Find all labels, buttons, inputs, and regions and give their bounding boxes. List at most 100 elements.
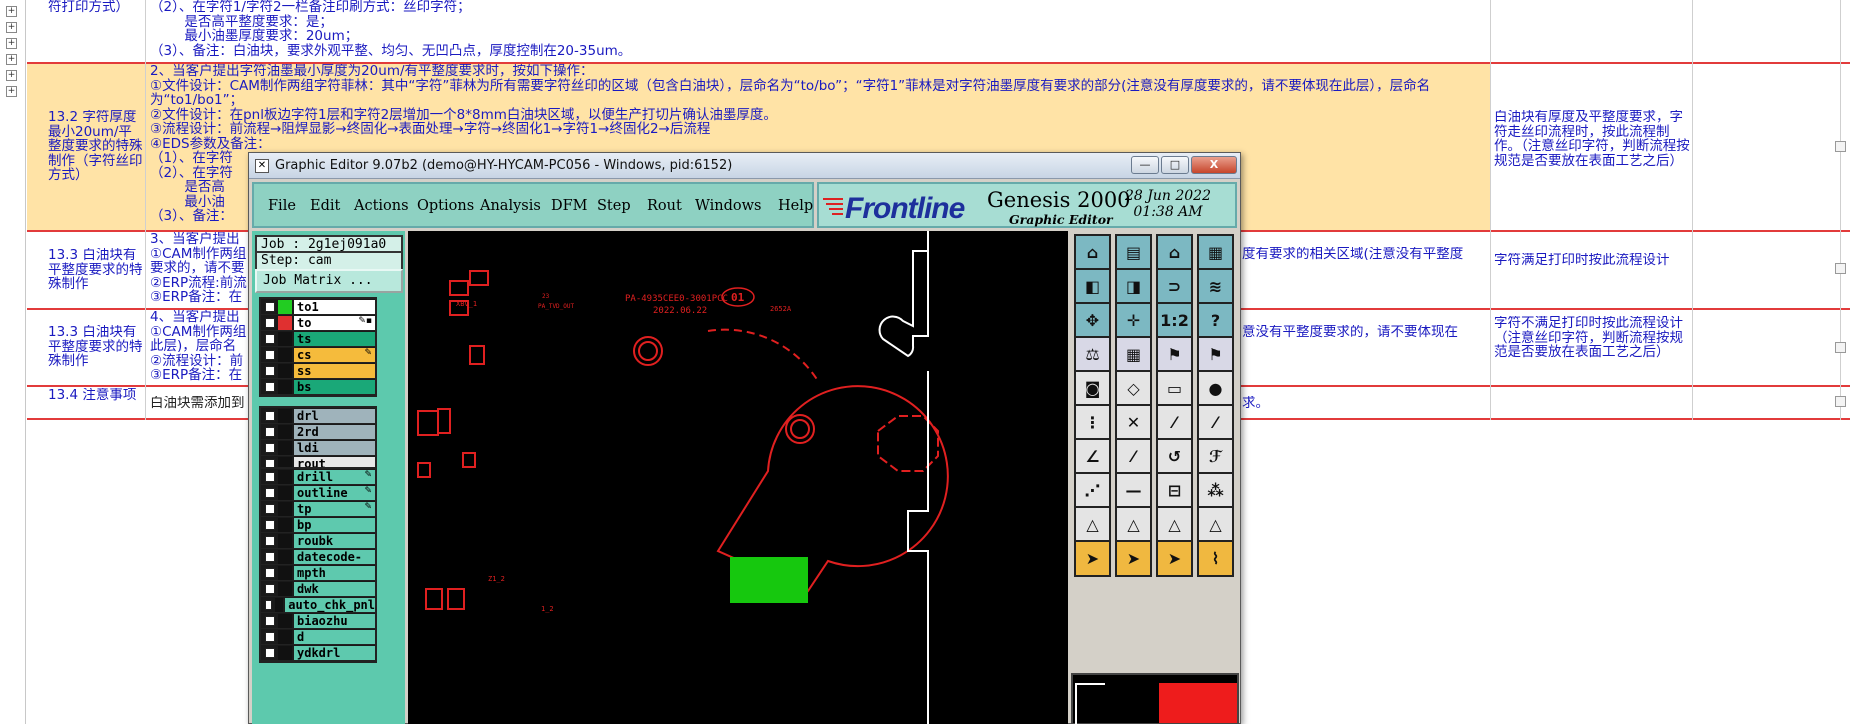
tri1-tool-icon[interactable]: △	[1074, 506, 1111, 543]
select2-tool-icon[interactable]: ➤	[1115, 540, 1152, 577]
layer-color-swatch[interactable]	[278, 629, 292, 644]
cross-tool-icon[interactable]: ✕	[1115, 404, 1152, 441]
layer-color-swatch[interactable]	[278, 533, 292, 548]
layer-color-swatch[interactable]	[278, 549, 292, 564]
layer-row[interactable]: to1	[261, 299, 375, 315]
menu-analysis[interactable]: Analysis	[480, 198, 541, 214]
expand-icon[interactable]: +	[6, 22, 17, 33]
layer-color-swatch[interactable]	[278, 315, 292, 330]
arrow-left-tool-icon[interactable]: ◧	[1074, 268, 1111, 305]
menu-rout[interactable]: Rout	[647, 198, 682, 214]
home-tool-icon[interactable]: ⌂	[1074, 234, 1111, 271]
ff-tool-icon[interactable]: ℱ	[1197, 438, 1234, 475]
layer-row[interactable]: mpth	[261, 565, 375, 581]
layer-checkbox[interactable]	[265, 599, 272, 610]
grid-tool-icon[interactable]: ▦	[1115, 336, 1152, 373]
layer-checkbox[interactable]	[265, 535, 275, 546]
menu-windows[interactable]: Windows	[695, 198, 762, 214]
expand-icon[interactable]: +	[6, 70, 17, 81]
expand-icon[interactable]: +	[6, 38, 17, 49]
dropdown-icon[interactable]	[1835, 342, 1846, 353]
minimap[interactable]	[1071, 673, 1239, 724]
layer-checkbox[interactable]	[265, 471, 275, 482]
layer-color-swatch[interactable]	[278, 613, 292, 628]
pcb-canvas[interactable]: PA-4935CEE0-3001PCC 2022.06.22 01 XBV_1 …	[408, 231, 1068, 724]
layer-row[interactable]: ts	[261, 331, 375, 347]
layer-row[interactable]: ydkdrl	[261, 645, 375, 661]
node-tool-icon[interactable]: ⋰	[1074, 472, 1111, 509]
step-field[interactable]: Step: cam	[255, 251, 403, 271]
expand-icon[interactable]: +	[6, 6, 17, 17]
layer-row[interactable]: drill ✎	[261, 469, 375, 485]
layers-tool-icon[interactable]: ⚑	[1156, 336, 1193, 373]
angle-tool-icon[interactable]: ∠	[1074, 438, 1111, 475]
layer-row[interactable]: outline ✎	[261, 485, 375, 501]
job-matrix-button[interactable]: Job Matrix ...	[255, 269, 403, 293]
layer-checkbox[interactable]	[265, 381, 275, 392]
measure-tool-icon[interactable]: ⚖	[1074, 336, 1111, 373]
tri2-tool-icon[interactable]: △	[1115, 506, 1152, 543]
layer-color-swatch[interactable]	[278, 424, 292, 439]
route-tool-icon[interactable]: ⌇	[1197, 540, 1234, 577]
shape-tool-icon[interactable]: ◇	[1115, 370, 1152, 407]
hline-tool-icon[interactable]: —	[1115, 472, 1152, 509]
layer-checkbox[interactable]	[265, 503, 275, 514]
layer-row[interactable]: ldi	[261, 440, 375, 456]
connect-tool-icon[interactable]: ⋮	[1074, 404, 1111, 441]
tri3-tool-icon[interactable]: △	[1156, 506, 1193, 543]
layer-row[interactable]: dwk	[261, 581, 375, 597]
layer-color-swatch[interactable]	[278, 331, 292, 346]
layer-row[interactable]: tp ✎	[261, 501, 375, 517]
step-tool-icon[interactable]: ⊃	[1156, 268, 1193, 305]
dropdown-icon[interactable]	[1835, 141, 1846, 152]
layer-color-swatch[interactable]	[278, 645, 292, 660]
menu-help[interactable]: Help	[778, 198, 813, 214]
layer-row[interactable]: auto_chk_pnl	[261, 597, 375, 613]
layer-row[interactable]: datecode-to	[261, 549, 375, 578]
layer-row[interactable]: biaozhu	[261, 613, 375, 629]
layer-row[interactable]: to ✎▪	[261, 315, 375, 331]
layer-row[interactable]: drl	[261, 408, 375, 424]
dot-tool-icon[interactable]: ●	[1197, 370, 1234, 407]
diag-tool-icon[interactable]: ⁄	[1197, 404, 1234, 441]
layer-checkbox[interactable]	[265, 487, 275, 498]
dropdown-icon[interactable]	[1835, 396, 1846, 407]
layer-color-swatch[interactable]	[278, 408, 292, 423]
help-tool-icon[interactable]: ?	[1197, 302, 1234, 339]
select-tool-icon[interactable]: ➤	[1074, 540, 1111, 577]
fit-tool-icon[interactable]: ✥	[1074, 302, 1111, 339]
export-tool-icon[interactable]: ▤	[1115, 234, 1152, 271]
menu-edit[interactable]: Edit	[310, 198, 340, 214]
line-tool-icon[interactable]: ⁄	[1156, 404, 1193, 441]
layer-checkbox[interactable]	[265, 567, 275, 578]
layer-color-swatch[interactable]	[278, 565, 292, 580]
maximize-button[interactable]: □	[1161, 156, 1189, 174]
house-tool-icon[interactable]: ⌂	[1156, 234, 1193, 271]
layer-checkbox[interactable]	[265, 583, 275, 594]
bracket-tool-icon[interactable]: ⊟	[1156, 472, 1193, 509]
layer-color-swatch[interactable]	[278, 501, 292, 516]
layer-checkbox[interactable]	[265, 442, 275, 453]
layer-checkbox[interactable]	[265, 365, 275, 376]
layer-color-swatch[interactable]	[278, 440, 292, 455]
slash-tool-icon[interactable]: ⁄	[1115, 438, 1152, 475]
title-bar[interactable]: ✕ Graphic Editor 9.07b2 (demo@HY-HYCAM-P…	[249, 153, 1240, 179]
zoom-1to2-tool-icon[interactable]: 1:2	[1156, 302, 1193, 339]
layer-color-swatch[interactable]	[278, 485, 292, 500]
layer-row[interactable]: 2rd	[261, 424, 375, 440]
menu-options[interactable]: Options	[417, 198, 474, 214]
layer-row[interactable]: bp	[261, 517, 375, 533]
layer-row[interactable]: d	[261, 629, 375, 645]
tri4-tool-icon[interactable]: △	[1197, 506, 1234, 543]
layer-checkbox[interactable]	[265, 426, 275, 437]
layer-color-swatch[interactable]	[278, 469, 292, 484]
menu-step[interactable]: Step	[597, 198, 631, 214]
layer-color-swatch[interactable]	[278, 379, 292, 394]
arrow-right-tool-icon[interactable]: ◨	[1115, 268, 1152, 305]
minimize-button[interactable]: —	[1131, 156, 1159, 174]
layer-row[interactable]: cs ✎	[261, 347, 375, 363]
layer-checkbox[interactable]	[265, 647, 275, 658]
layer-checkbox[interactable]	[265, 333, 275, 344]
window-tool-icon[interactable]: ▦	[1197, 234, 1234, 271]
layer-checkbox[interactable]	[265, 301, 275, 312]
